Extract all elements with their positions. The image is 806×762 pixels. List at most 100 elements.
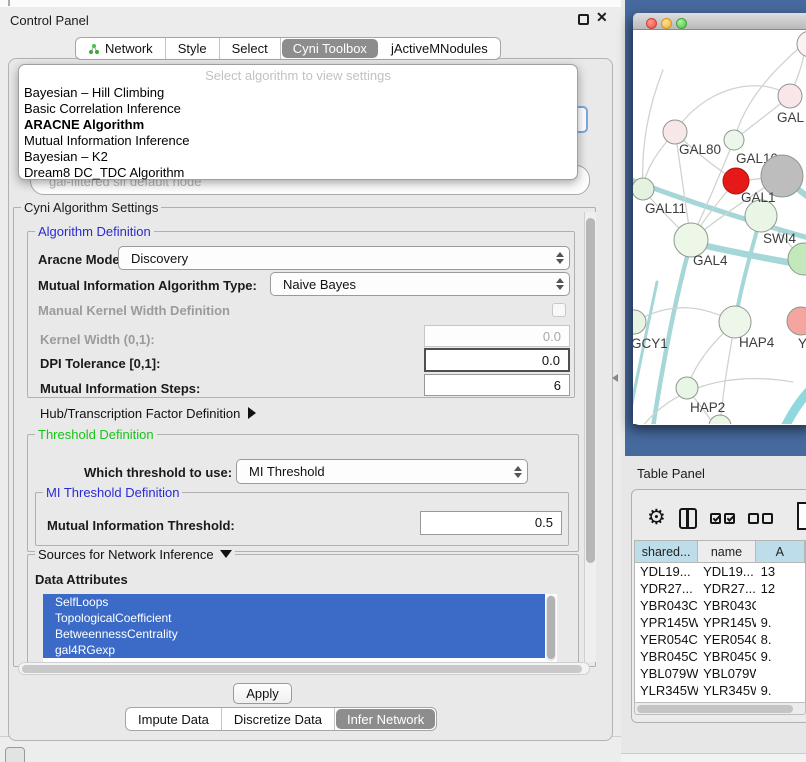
network-canvas[interactable]: GALGAL80GAL10GAL1GAL11GAL4SWI4GCY1HAP4YH… xyxy=(633,30,806,424)
table-row[interactable]: YBL079WYBL079W xyxy=(635,665,805,682)
close-traffic-light-icon[interactable] xyxy=(646,18,657,29)
gear-icon[interactable]: ⚙ xyxy=(647,508,666,528)
columns-icon[interactable] xyxy=(679,508,697,529)
tab-label: jActiveMNodules xyxy=(391,41,488,56)
table-row[interactable]: YBR045CYBR045C9. xyxy=(635,648,805,665)
apply-button[interactable]: Apply xyxy=(233,683,292,704)
table-horizontal-scrollbar[interactable] xyxy=(634,702,806,715)
close-window-icon[interactable]: ✕ xyxy=(596,9,608,26)
control-panel: Control Panel ✕ Network Style Select Cyni T… xyxy=(0,7,621,737)
manual-kernel-checkbox[interactable] xyxy=(552,303,566,317)
column-header-name[interactable]: name xyxy=(698,541,755,563)
panel-title: Control Panel xyxy=(10,13,89,28)
algorithm-dropdown-placeholder: Select algorithm to view settings xyxy=(19,68,577,83)
attribute-item[interactable]: TopologicalCoefficient xyxy=(43,610,545,626)
table-row[interactable]: YDL19...YDL19...13 xyxy=(635,563,805,580)
network-node-hap2[interactable] xyxy=(676,377,698,399)
table-cell: YDL19... xyxy=(698,563,755,580)
dpi-tolerance-field[interactable]: 0.0 xyxy=(424,348,570,372)
tab-network[interactable]: Network xyxy=(76,38,166,59)
tab-impute-data[interactable]: Impute Data xyxy=(126,708,222,730)
mi-steps-field[interactable]: 6 xyxy=(424,374,570,396)
table-row[interactable]: YER054CYER054C8. xyxy=(635,631,805,648)
tab-select[interactable]: Select xyxy=(220,38,281,59)
checked-boxes-icon[interactable] xyxy=(710,513,735,524)
table-row[interactable]: YPR145WYPR145W9. xyxy=(635,614,805,631)
network-node-y[interactable] xyxy=(787,307,806,335)
bottom-tabbar: Impute Data Discretize DataInfer Network xyxy=(125,707,437,731)
aracne-mode-label: Aracne Mode: xyxy=(38,252,124,267)
aracne-mode-combo[interactable]: Discovery xyxy=(118,246,570,270)
attribute-item[interactable]: gal4RGexp xyxy=(43,642,545,658)
combo-stepper-icon[interactable] xyxy=(551,278,569,290)
panel-resize-arrow-icon[interactable] xyxy=(612,374,618,382)
unchecked-boxes-icon[interactable] xyxy=(748,513,773,524)
collapse-down-icon xyxy=(220,550,232,558)
table-row[interactable]: YDR27...YDR27...12 xyxy=(635,580,805,597)
tab-label: Cyni Toolbox xyxy=(293,41,367,56)
table-cell: YLR345W xyxy=(635,682,698,699)
tab-label: Impute Data xyxy=(138,712,209,727)
table-cell xyxy=(756,597,805,614)
algorithm-option[interactable]: Bayesian – Hill Climbing xyxy=(19,84,577,100)
which-threshold-combo[interactable]: MI Threshold xyxy=(236,459,528,484)
tab-jactivemnodules[interactable]: jActiveMNodules xyxy=(379,38,500,59)
table-row[interactable]: YBR043CYBR043C xyxy=(635,597,805,614)
table-cell: 9. xyxy=(756,614,805,631)
network-node-gal[interactable] xyxy=(778,84,802,108)
network-node-gal10[interactable] xyxy=(724,130,744,150)
algorithm-option[interactable]: Bayesian – K2 xyxy=(19,148,577,164)
network-node-hap4[interactable] xyxy=(719,306,751,338)
tab-label: Style xyxy=(178,41,207,56)
mi-threshold-field[interactable]: 0.5 xyxy=(420,511,562,535)
tab-discretize-data[interactable]: Discretize Data xyxy=(222,708,335,730)
network-node-swi4[interactable] xyxy=(788,243,806,275)
mi-threshold-title: MI Threshold Definition xyxy=(43,485,182,500)
attribute-item[interactable]: SelfLoops xyxy=(43,594,545,610)
network-node-gal80[interactable] xyxy=(663,120,687,144)
settings-vertical-scrollbar[interactable] xyxy=(584,212,596,662)
column-header-A[interactable]: A xyxy=(756,541,805,563)
network-node-gcy1[interactable] xyxy=(633,310,646,334)
table-cell: YDR27... xyxy=(698,580,755,597)
table-cell: YDR27... xyxy=(635,580,698,597)
network-node-gal4[interactable] xyxy=(674,223,708,257)
network-node-gal11[interactable] xyxy=(633,178,654,200)
tab-label: Select xyxy=(232,41,268,56)
collapsed-panel-button[interactable] xyxy=(5,747,25,762)
table-cell: YBL079W xyxy=(698,665,755,682)
network-window[interactable]: GALGAL80GAL10GAL1GAL11GAL4SWI4GCY1HAP4YH… xyxy=(633,13,806,425)
network-node[interactable] xyxy=(797,31,806,57)
mi-type-combo[interactable]: Naive Bayes xyxy=(270,272,570,296)
tab-style[interactable]: Style xyxy=(166,38,220,59)
combo-stepper-icon[interactable] xyxy=(551,252,569,264)
minimize-traffic-light-icon[interactable] xyxy=(661,18,672,29)
algorithm-list: Bayesian – Hill ClimbingBasic Correlatio… xyxy=(19,84,577,180)
settings-horizontal-scrollbar[interactable] xyxy=(18,662,590,675)
table-row[interactable]: YLR345WYLR345W9. xyxy=(635,682,805,699)
network-node[interactable] xyxy=(709,415,731,424)
tab-cyni-toolbox[interactable]: Cyni Toolbox xyxy=(282,39,378,58)
node-label: GCY1 xyxy=(633,336,668,351)
threshold-definition-title: Threshold Definition xyxy=(35,427,157,442)
algorithm-option[interactable]: ARACNE Algorithm xyxy=(19,116,577,132)
algorithm-option[interactable]: Mutual Information Inference xyxy=(19,132,577,148)
manual-kernel-label: Manual Kernel Width Definition xyxy=(38,303,230,318)
algorithm-option[interactable]: Basic Correlation Inference xyxy=(19,100,577,116)
algorithm-option[interactable]: Dream8 DC_TDC Algorithm xyxy=(19,164,577,180)
attributes-scrollbar[interactable] xyxy=(546,595,556,661)
tab-infer-network[interactable]: Infer Network xyxy=(336,709,435,729)
kernel-width-field[interactable]: 0.0 xyxy=(424,325,570,347)
attribute-item[interactable]: BetweennessCentrality xyxy=(43,626,545,642)
node-label: GAL1 xyxy=(741,190,776,205)
column-header-shared...[interactable]: shared... xyxy=(635,541,698,563)
combo-stepper-icon[interactable] xyxy=(509,466,527,478)
tab-label: Network xyxy=(105,41,153,56)
network-window-titlebar[interactable] xyxy=(633,13,806,30)
which-threshold-value: MI Threshold xyxy=(237,464,509,479)
float-window-icon[interactable] xyxy=(578,14,589,25)
sources-toggle[interactable]: Sources for Network Inference xyxy=(35,547,235,562)
hub-definition-toggle[interactable]: Hub/Transcription Factor Definition xyxy=(40,406,256,421)
zoom-traffic-light-icon[interactable] xyxy=(676,18,687,29)
document-icon[interactable] xyxy=(797,502,806,530)
